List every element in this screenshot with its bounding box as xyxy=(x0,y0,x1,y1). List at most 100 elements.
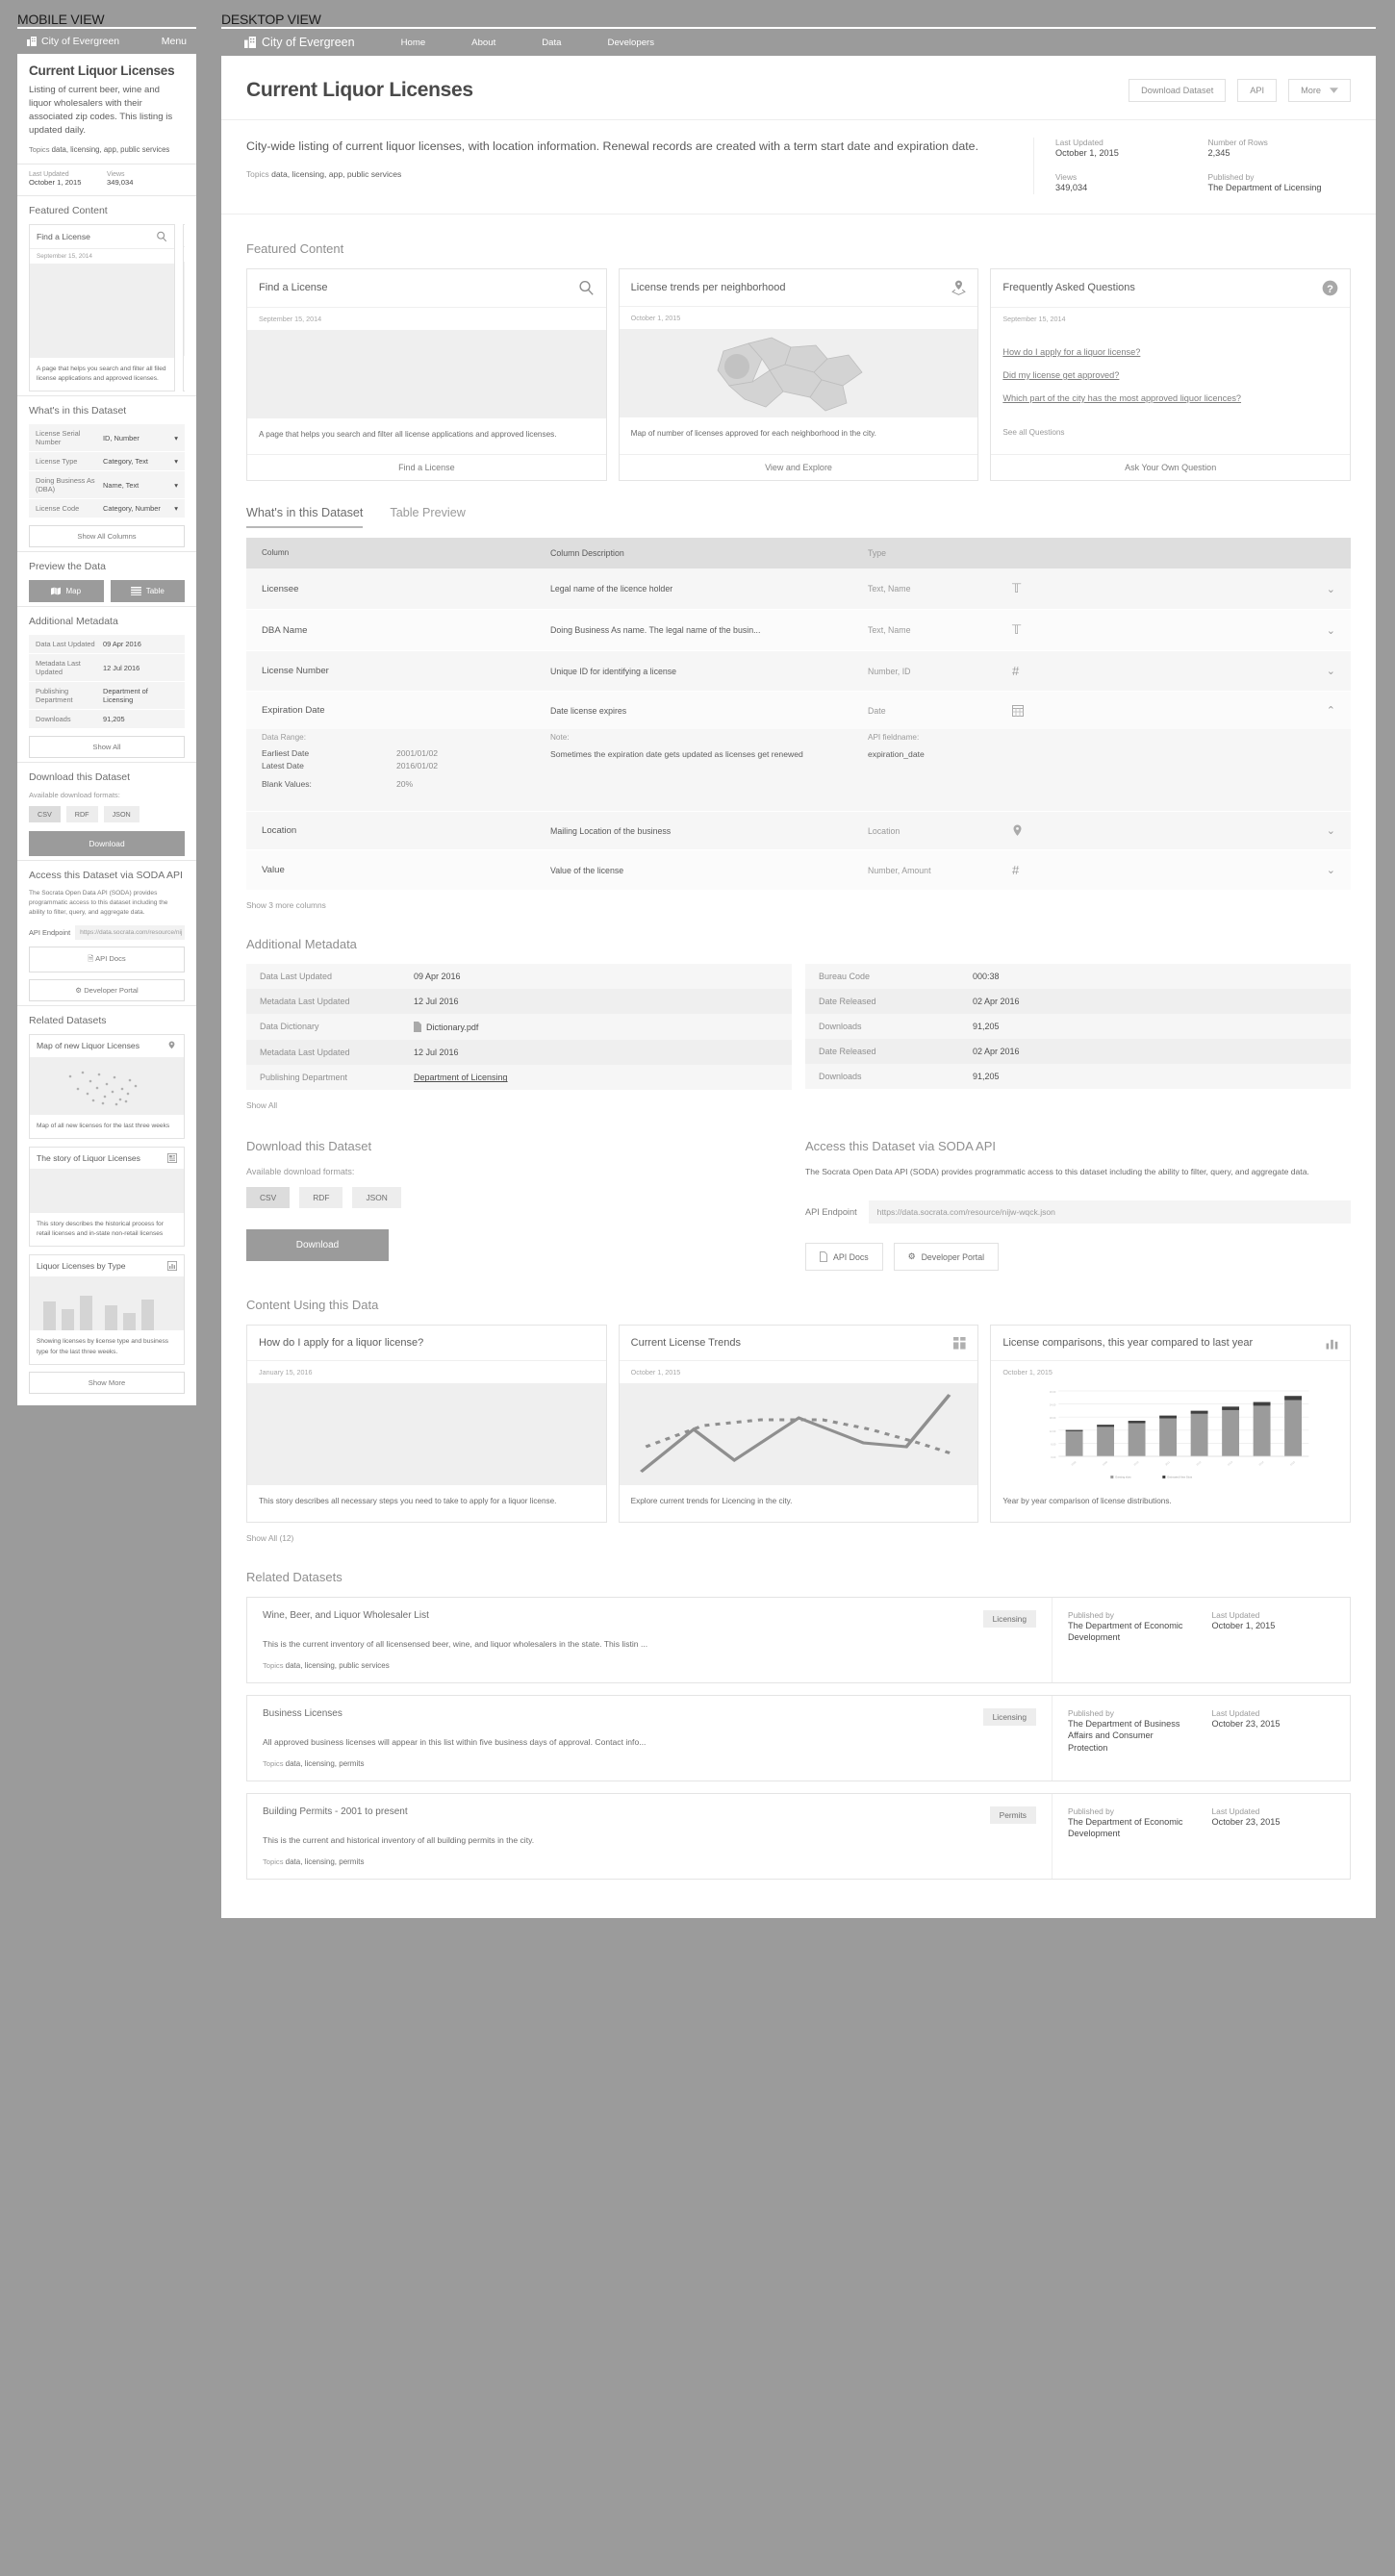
nav-item-developers[interactable]: Developers xyxy=(608,38,655,48)
list-item[interactable]: License Code Category, Number ▾ xyxy=(29,499,185,519)
metadata-show-all-link[interactable]: Show All xyxy=(246,1100,1351,1110)
chevron-down-icon[interactable]: ⌄ xyxy=(1147,665,1335,677)
mobile-brand-name: City of Evergreen xyxy=(41,36,120,47)
content-card-license-comparisons[interactable]: License comparisons, this year compared … xyxy=(990,1325,1352,1523)
desktop-content: Featured Content Find a License Septembe… xyxy=(221,241,1376,1918)
content-card-license-trends[interactable]: Current License Trends October 1, 2015 E… xyxy=(618,1325,979,1523)
meta-value: 12 Jul 2016 xyxy=(103,663,140,672)
chart-icon xyxy=(167,1261,177,1272)
format-rdf[interactable]: RDF xyxy=(299,1187,343,1209)
metadata-tables: Data Last Updated 09 Apr 2016 Metadata L… xyxy=(246,964,1351,1091)
download-dataset-button[interactable]: Download Dataset xyxy=(1129,79,1227,102)
api-endpoint-input[interactable]: https://data.socrata.com/resource/nij xyxy=(75,924,185,940)
mobile-body: Current Liquor Licenses Listing of curre… xyxy=(17,54,196,1405)
map-view-button[interactable]: Map xyxy=(29,580,104,603)
mobile-format-options: CSV RDF JSON xyxy=(29,806,185,823)
nav-item-data[interactable]: Data xyxy=(542,38,561,48)
featured-card-find-a-license[interactable]: Find a License September 15, 2014 A page… xyxy=(246,267,607,482)
view-and-explore-button[interactable]: View and Explore xyxy=(619,454,978,480)
related-dataset-row[interactable]: Building Permits - 2001 to present Permi… xyxy=(246,1792,1351,1880)
faq-link[interactable]: Did my license get approved? xyxy=(1002,370,1338,380)
row-value: Name, Text ▾ xyxy=(103,480,178,490)
nav-item-home[interactable]: Home xyxy=(401,38,426,48)
table-row[interactable]: Expiration Date Date license expires Dat… xyxy=(246,692,1351,730)
related-published: Published by The Department of Economic … xyxy=(1068,1610,1191,1670)
table-row[interactable]: License Number Unique ID for identifying… xyxy=(246,651,1351,693)
related-datasets-heading: Related Datasets xyxy=(246,1569,342,1584)
api-endpoint-input[interactable]: https://data.socrata.com/resource/nijw-w… xyxy=(868,1200,1351,1225)
api-endpoint-row: API Endpoint https://data.socrata.com/re… xyxy=(805,1200,1351,1225)
meta-key: Publishing Department xyxy=(36,687,73,705)
tab-table-preview[interactable]: Table Preview xyxy=(390,506,465,528)
table-row[interactable]: DBA Name Doing Business As name. The leg… xyxy=(246,610,1351,652)
map-button-label: Map xyxy=(65,587,82,596)
mobile-api-docs-button[interactable]: 🗎 API Docs xyxy=(29,946,185,972)
mobile-download-button[interactable]: Download xyxy=(29,831,185,857)
mobile-featured-card[interactable]: Find a License September 15, 2014 A page… xyxy=(29,223,175,392)
format-rdf[interactable]: RDF xyxy=(65,806,98,823)
chevron-down-icon[interactable]: ⌄ xyxy=(1147,583,1335,595)
list-item[interactable]: License Type Category, Text ▾ xyxy=(29,452,185,472)
card-date: Oct xyxy=(184,245,185,262)
card-thumbnail-bars xyxy=(30,1276,184,1331)
chevron-down-icon[interactable]: ⌄ xyxy=(1147,864,1335,876)
mobile-api-section: Access this Dataset via SODA API The Soc… xyxy=(17,860,196,1005)
format-json[interactable]: JSON xyxy=(103,806,140,823)
list-item[interactable]: Doing Business As (DBA) Name, Text ▾ xyxy=(29,471,185,500)
desktop-brand[interactable]: City of Evergreen xyxy=(244,36,355,49)
faq-link[interactable]: How do I apply for a liquor license? xyxy=(1002,347,1338,357)
more-button[interactable]: More xyxy=(1288,79,1351,102)
mobile-related-section: Related Datasets Map of new Liquor Licen… xyxy=(17,1004,196,1405)
mobile-menu-button[interactable]: Menu xyxy=(162,36,187,47)
related-dataset-row[interactable]: Business Licenses Licensing All approved… xyxy=(246,1694,1351,1781)
table-row[interactable]: Licensee Legal name of the licence holde… xyxy=(246,568,1351,611)
chart-icon xyxy=(1326,1337,1338,1350)
developer-portal-button[interactable]: ⚙ Developer Portal xyxy=(893,1243,1000,1272)
table-row[interactable]: Location Mailing Location of the busines… xyxy=(246,811,1351,851)
related-card[interactable]: Liquor Licenses by Type Showing licenses… xyxy=(29,1254,185,1365)
chevron-down-icon[interactable]: ⌄ xyxy=(1147,624,1335,637)
table-row: Metadata Last Updated 12 Jul 2016 xyxy=(29,654,185,683)
column-description: Unique ID for identifying a license xyxy=(550,666,677,676)
meta-value: 2,345 xyxy=(1207,148,1230,158)
download-button[interactable]: Download xyxy=(246,1229,389,1262)
mobile-brand[interactable]: City of Evergreen xyxy=(27,36,162,47)
format-json[interactable]: JSON xyxy=(352,1187,401,1209)
file-name: Dictionary.pdf xyxy=(426,1022,479,1032)
related-dataset-row[interactable]: Wine, Beer, and Liquor Wholesaler List L… xyxy=(246,1596,1351,1683)
show-all-button[interactable]: Show All xyxy=(29,736,185,759)
content-card-story[interactable]: How do I apply for a liquor license? Jan… xyxy=(246,1325,607,1523)
related-card[interactable]: Map of new Liquor Licenses Map of all ne… xyxy=(29,1033,185,1139)
content-show-all-link[interactable]: Show All (12) xyxy=(246,1533,1351,1543)
nav-item-about[interactable]: About xyxy=(471,38,495,48)
meta-value[interactable]: Dictionary.pdf xyxy=(414,1022,479,1033)
topics-value: data, licensing, public services xyxy=(285,1660,390,1670)
format-csv[interactable]: CSV xyxy=(246,1187,291,1209)
meta-value: 09 Apr 2016 xyxy=(414,972,461,982)
chevron-down-icon[interactable]: ⌄ xyxy=(1147,824,1335,837)
table-row[interactable]: Value Value of the license Number, Amoun… xyxy=(246,850,1351,891)
show-all-columns-button[interactable]: Show All Columns xyxy=(29,525,185,548)
featured-card-license-trends[interactable]: License trends per neighborhood October … xyxy=(618,267,979,482)
card-date: September 15, 2014 xyxy=(247,306,606,330)
mobile-developer-portal-button[interactable]: ⚙ Developer Portal xyxy=(29,978,185,1001)
faq-link[interactable]: Which part of the city has the most appr… xyxy=(1002,393,1338,403)
featured-card-faq[interactable]: Frequently Asked Questions ? September 1… xyxy=(990,267,1352,482)
download-api-row: Download this Dataset Available download… xyxy=(246,1139,1351,1272)
table-row: Downloads 91,205 xyxy=(805,1064,1351,1090)
tab-whats-in-this-dataset[interactable]: What's in this Dataset xyxy=(246,506,364,529)
format-csv[interactable]: CSV xyxy=(29,806,61,823)
find-a-license-button[interactable]: Find a License xyxy=(247,454,606,480)
mobile-featured-card-partial[interactable]: Lic Oct M e xyxy=(183,223,185,392)
api-button[interactable]: API xyxy=(1237,79,1278,102)
see-all-questions-link[interactable]: See all Questions xyxy=(1002,428,1338,437)
api-docs-button[interactable]: API Docs xyxy=(805,1243,883,1272)
list-item[interactable]: License Serial Number ID, Number ▾ xyxy=(29,424,185,453)
ask-your-own-question-button[interactable]: Ask Your Own Question xyxy=(991,454,1351,480)
show-more-button[interactable]: Show More xyxy=(29,1371,185,1394)
chevron-up-icon[interactable]: ⌃ xyxy=(1147,704,1335,717)
table-view-button[interactable]: Table xyxy=(110,580,185,603)
meta-value[interactable]: Department of Licensing xyxy=(414,1073,508,1082)
show-more-columns-link[interactable]: Show 3 more columns xyxy=(246,900,1351,910)
related-card[interactable]: The story of Liquor Licenses This story … xyxy=(29,1146,185,1248)
